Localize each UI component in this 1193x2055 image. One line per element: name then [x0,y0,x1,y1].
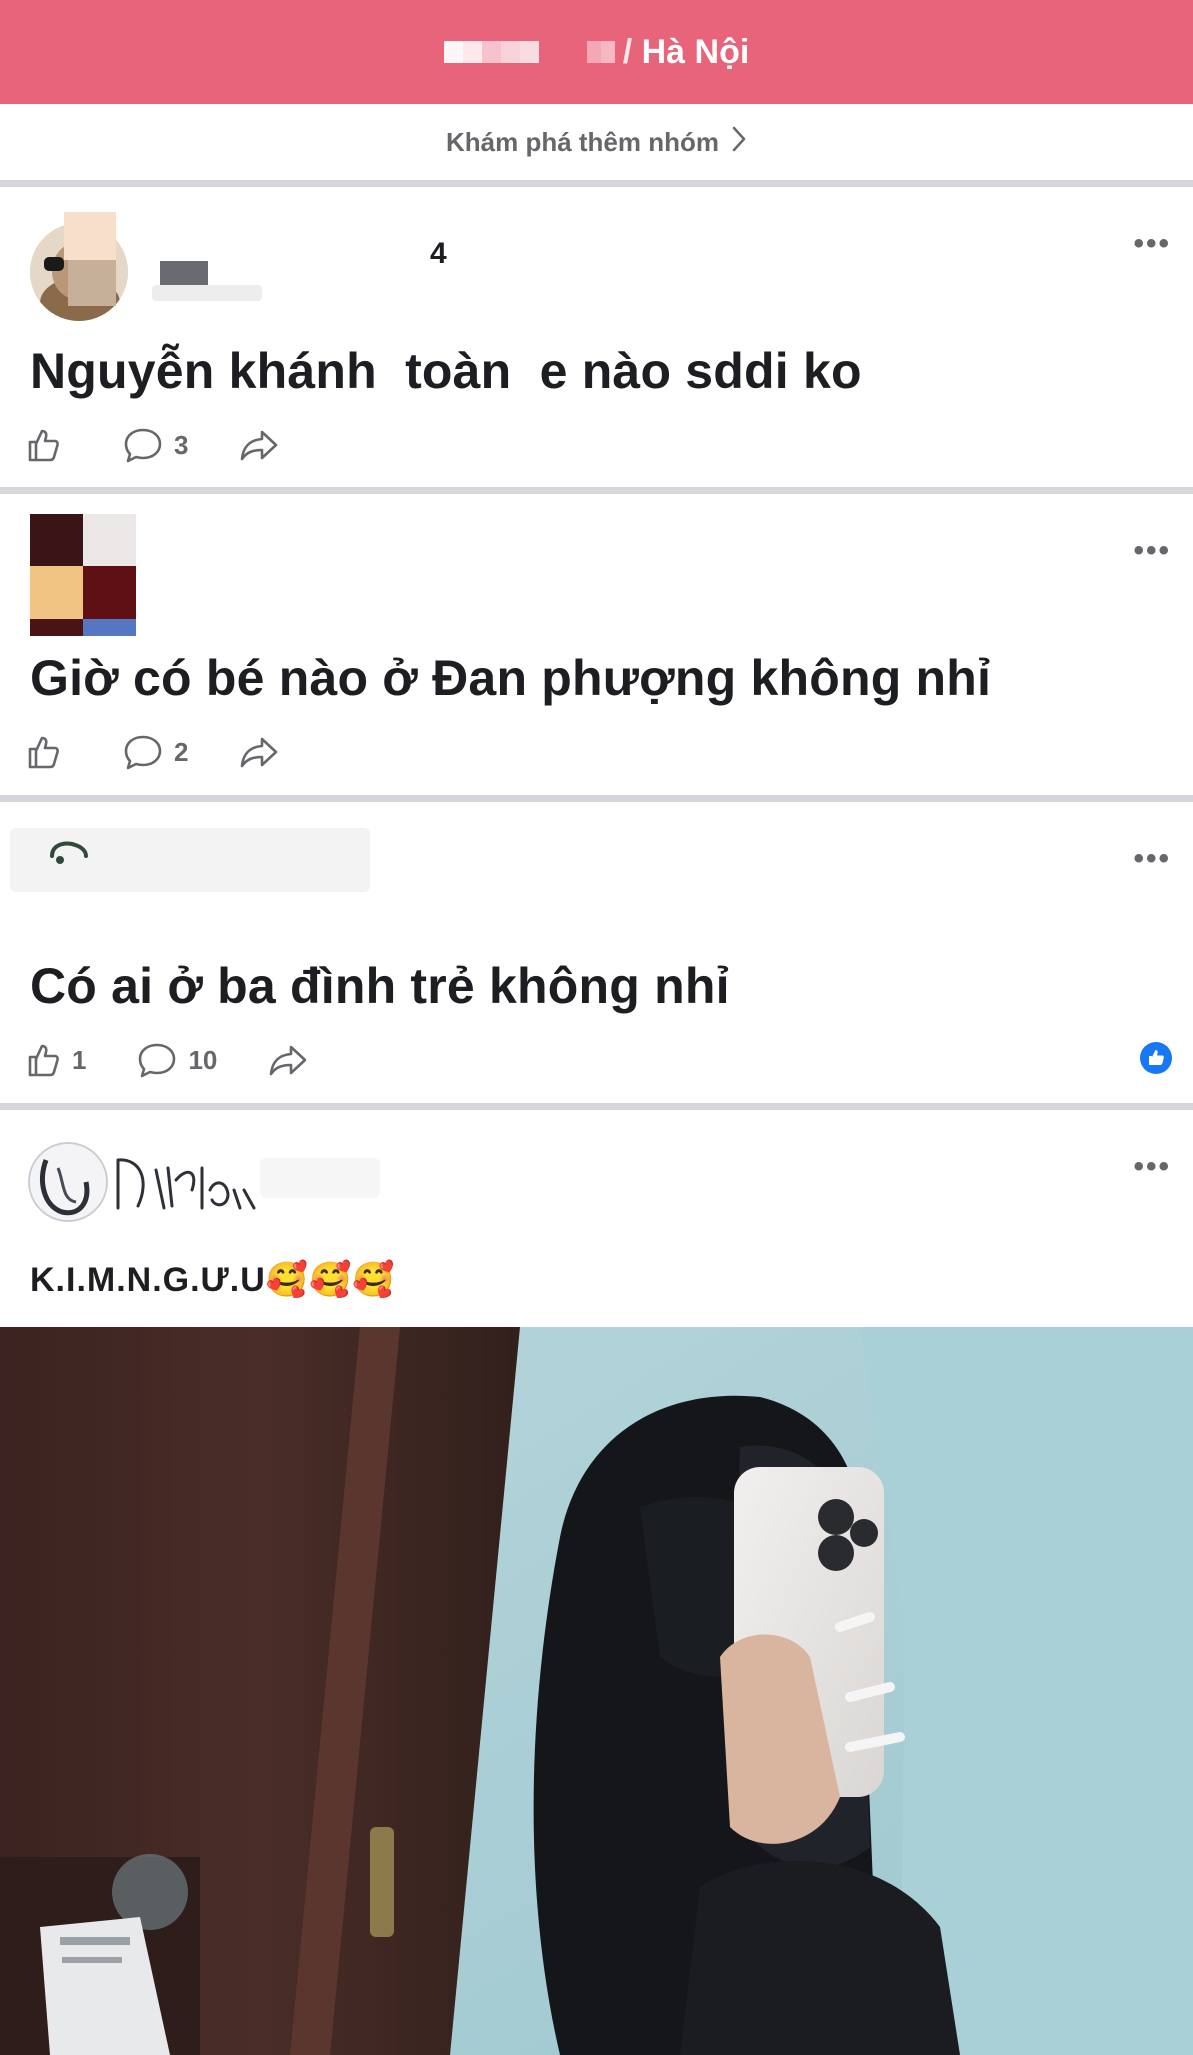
post-text: Giờ có bé nào ở Đan phượng không nhỉ [30,650,992,706]
explore-label: Khám phá thêm nhóm [445,126,719,157]
post-actions: 1 10 [22,1040,359,1080]
group-title[interactable]: / Hà Nội [623,33,750,72]
app-root: / Hà Nội Khám phá thêm nhóm 4 ••• Nguyễn… [0,0,1193,2055]
avatar[interactable] [46,836,98,874]
post-text: K.I.M.N.G.Ư.U🥰🥰🥰 [30,1261,396,1299]
like-button[interactable] [22,425,72,465]
blurred-author-meta [260,1158,380,1198]
comment-bubble-icon [136,1040,178,1080]
chevron-right-icon [731,126,747,159]
author-name-handwriting[interactable] [110,1150,260,1225]
divider [0,795,1193,802]
share-button[interactable] [238,425,280,465]
like-button[interactable]: 1 [22,1040,86,1080]
author-name-fragment: 4 [430,237,447,270]
share-button[interactable] [267,1040,309,1080]
more-options-icon[interactable]: ••• [1133,844,1171,874]
thumbs-up-icon [22,425,62,465]
comment-bubble-icon [122,425,164,465]
divider [0,487,1193,494]
more-options-icon[interactable]: ••• [1133,536,1171,566]
share-arrow-icon [238,732,280,772]
share-arrow-icon [267,1040,309,1080]
like-button[interactable] [22,732,72,772]
redacted-group-name-part [586,41,615,63]
post-card: ••• Có ai ở ba đình trẻ không nhỉ 1 10 [0,802,1193,1102]
comment-bubble-icon [122,732,164,772]
avatar[interactable] [28,1142,108,1222]
thumbs-up-icon [22,732,62,772]
post-timestamp [152,285,262,301]
comment-count: 3 [174,429,189,460]
explore-more-groups-link[interactable]: Khám phá thêm nhóm [0,104,1193,180]
comment-button[interactable]: 2 [122,732,188,772]
comment-button[interactable]: 3 [122,425,188,465]
post-card: ••• Giờ có bé nào ở Đan phượng không nhỉ… [0,494,1193,794]
share-arrow-icon [238,425,280,465]
redacted-group-name [443,41,539,63]
post-photo[interactable] [0,1327,1193,2055]
redacted-block [64,212,116,260]
like-count: 1 [72,1044,87,1075]
share-button[interactable] [238,732,280,772]
comment-count: 10 [188,1044,218,1075]
thumbs-up-icon [22,1040,62,1080]
like-reaction-icon[interactable] [1139,1041,1173,1080]
divider [0,180,1193,187]
group-header: / Hà Nội [0,0,1193,104]
post-text: Có ai ở ba đình trẻ không nhỉ [30,958,730,1014]
more-options-icon[interactable]: ••• [1133,229,1171,259]
post-card: 4 ••• Nguyễn khánh toàn e nào sddi ko 3 [0,187,1193,487]
avatar[interactable] [30,514,136,636]
redacted-block [68,260,116,306]
divider [0,1103,1193,1110]
post-text: Nguyễn khánh toàn e nào sddi ko [30,343,862,399]
comment-button[interactable]: 10 [136,1040,217,1080]
more-options-icon[interactable]: ••• [1133,1152,1171,1182]
post-actions: 2 [22,732,330,772]
comment-count: 2 [174,736,189,767]
post-actions: 3 [22,425,330,465]
